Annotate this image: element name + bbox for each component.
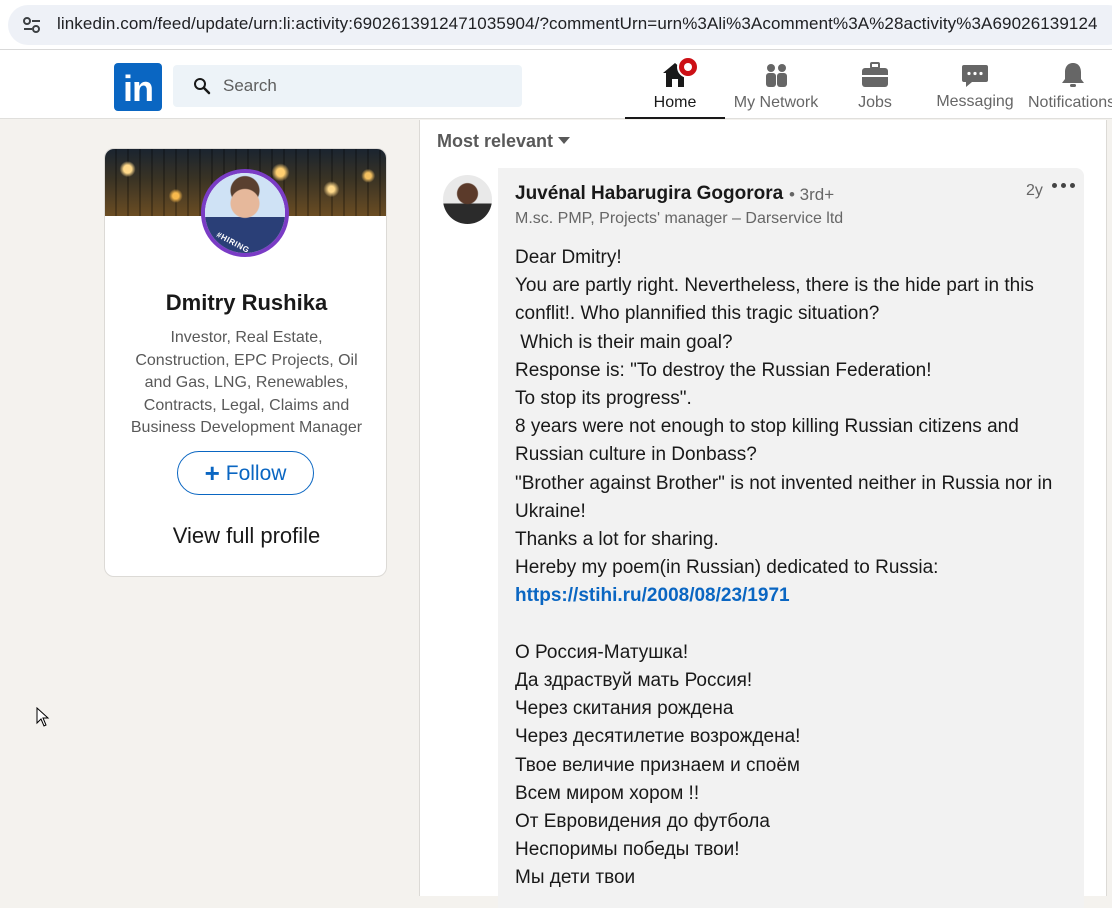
nav-home-label: Home [653, 94, 697, 111]
nav-my-network-label: My Network [733, 94, 819, 111]
briefcase-icon [862, 62, 888, 87]
search-placeholder: Search [223, 76, 277, 95]
comment-text-part2: О Россия-Матушка! Да здраствуй мать Росс… [515, 641, 801, 889]
more-options-icon[interactable] [1051, 177, 1077, 193]
profile-headline: Investor, Real Estate, Construction, EPC… [130, 329, 363, 436]
search-icon [194, 78, 211, 95]
linkedin-logo[interactable]: in [114, 63, 162, 111]
my-network-icon [766, 64, 787, 87]
profile-name[interactable]: Dmitry Rushika [105, 290, 386, 316]
bell-icon [1062, 63, 1084, 87]
connection-degree: • 3rd+ [789, 185, 835, 204]
nav-my-network[interactable]: My Network [726, 50, 826, 119]
site-settings-icon[interactable] [22, 15, 42, 35]
nav-messaging-label: Messaging [936, 93, 1014, 110]
nav-notifications-label: Notifications [1028, 94, 1112, 111]
notification-badge [677, 56, 699, 78]
browser-address-bar: linkedin.com/feed/update/urn:li:activity… [0, 0, 1112, 50]
commenter-name[interactable]: Juvénal Habarugira Gogorora [515, 183, 783, 205]
nav-jobs-label: Jobs [858, 94, 892, 111]
sort-label: Most relevant [437, 131, 554, 151]
follow-button[interactable]: + Follow [177, 451, 314, 495]
nav-home[interactable]: Home [625, 50, 725, 119]
comment-link[interactable]: https://stihi.ru/2008/08/23/1971 [515, 585, 790, 606]
nav-jobs[interactable]: Jobs [835, 50, 915, 119]
nav-messaging[interactable]: Messaging [930, 50, 1020, 119]
view-full-profile-link[interactable]: View full profile [105, 523, 386, 549]
caret-down-icon [558, 137, 571, 144]
mouse-cursor-icon [36, 707, 50, 727]
profile-avatar[interactable]: #HIRING [201, 169, 289, 257]
commenter-avatar[interactable] [443, 175, 492, 224]
messaging-icon [962, 65, 988, 87]
nav-notifications[interactable]: Notifications [1028, 50, 1112, 119]
plus-icon: + [204, 458, 220, 488]
comment-timestamp: 2y [1026, 182, 1043, 199]
sort-dropdown[interactable]: Most relevant [437, 131, 571, 152]
linkedin-header: in Search Home My Network Jobs Messaging… [0, 50, 1112, 119]
commenter-headline: M.sc. PMP, Projects' manager – Darservic… [515, 210, 844, 227]
follow-label: Follow [225, 462, 287, 485]
comment-text-part1: Dear Dmitry! You are partly right. Never… [515, 247, 1053, 579]
comment-body: Dear Dmitry! You are partly right. Never… [515, 244, 1063, 893]
search-input[interactable]: Search [173, 65, 522, 107]
url-text[interactable]: linkedin.com/feed/update/urn:li:activity… [57, 14, 1098, 34]
profile-card: #HIRING Dmitry Rushika Investor, Real Es… [104, 148, 387, 577]
feed-column: Most relevant Juvénal Habarugira Gogoror… [419, 120, 1107, 908]
